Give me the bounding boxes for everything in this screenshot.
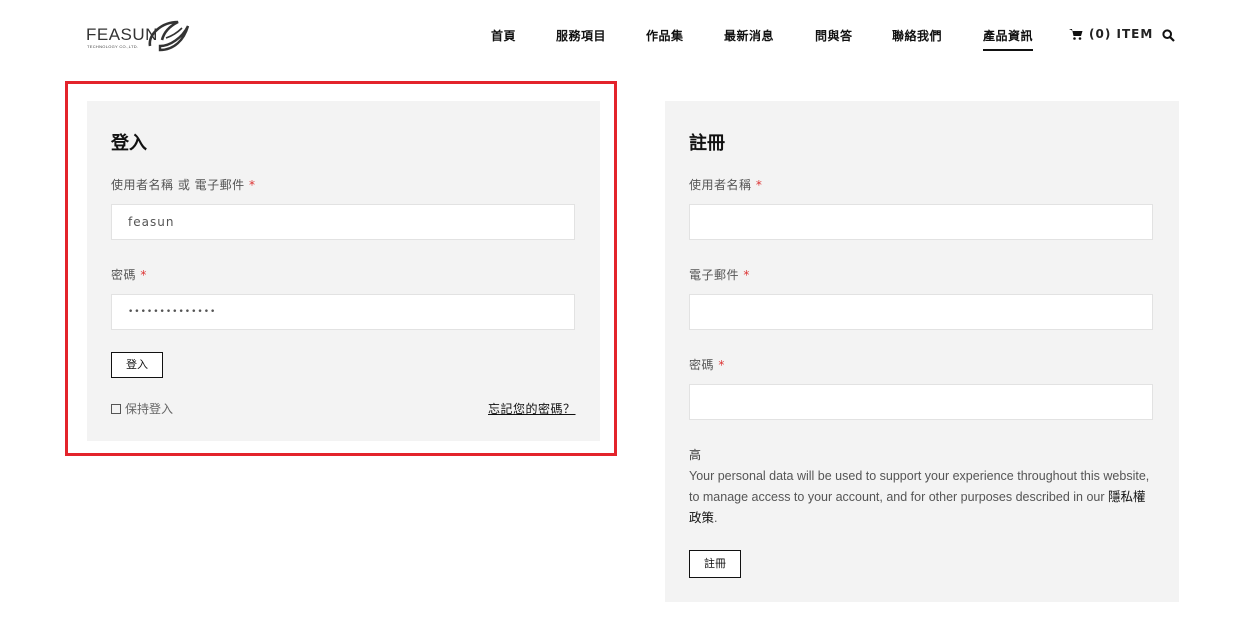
search-button[interactable] xyxy=(1162,27,1175,46)
register-title: 註冊 xyxy=(689,133,725,154)
nav-item-portfolio[interactable]: 作品集 xyxy=(646,27,684,44)
privacy-end: . xyxy=(714,511,718,525)
required-mark: * xyxy=(718,358,725,372)
password-strength-text: 高 xyxy=(689,448,702,462)
privacy-notice: Your personal data will be used to suppo… xyxy=(689,466,1154,529)
nav-item-home[interactable]: 首頁 xyxy=(491,27,516,44)
nav-item-faq[interactable]: 問與答 xyxy=(815,27,853,44)
privacy-text: Your personal data will be used to suppo… xyxy=(689,469,1150,504)
register-email-label: 電子郵件 * xyxy=(689,266,750,283)
search-icon xyxy=(1162,29,1175,42)
nav-item-services[interactable]: 服務項目 xyxy=(556,27,606,44)
nav-item-products[interactable]: 產品資訊 xyxy=(983,27,1034,51)
register-username-label: 使用者名稱 * xyxy=(689,176,762,193)
register-username-input[interactable] xyxy=(689,204,1153,240)
register-password-input[interactable] xyxy=(689,384,1153,420)
required-mark: * xyxy=(755,178,763,192)
register-username-label-text: 使用者名稱 xyxy=(689,178,752,192)
cart-label: (0) ITEM xyxy=(1089,27,1154,41)
logo-subtitle: TECHNOLOGY CO.,LTD. xyxy=(87,44,139,49)
shopping-cart-icon xyxy=(1069,29,1083,40)
site-logo[interactable]: FEASUN TECHNOLOGY CO.,LTD. xyxy=(86,16,194,56)
register-password-label-text: 密碼 xyxy=(689,358,715,372)
register-email-label-text: 電子郵件 xyxy=(689,268,740,282)
nav-item-contact[interactable]: 聯絡我們 xyxy=(892,27,942,44)
cart-link[interactable]: (0) ITEM xyxy=(1069,27,1153,41)
nav-item-news[interactable]: 最新消息 xyxy=(724,27,774,44)
required-mark: * xyxy=(743,268,750,282)
register-password-label: 密碼 * xyxy=(689,356,725,373)
logo-swirl-icon xyxy=(148,20,190,52)
register-button[interactable]: 註冊 xyxy=(689,550,741,578)
highlight-box xyxy=(65,81,617,456)
register-email-input[interactable] xyxy=(689,294,1153,330)
register-panel: 註冊 使用者名稱 * 電子郵件 * 密碼 * 高 Your personal d… xyxy=(665,101,1179,602)
